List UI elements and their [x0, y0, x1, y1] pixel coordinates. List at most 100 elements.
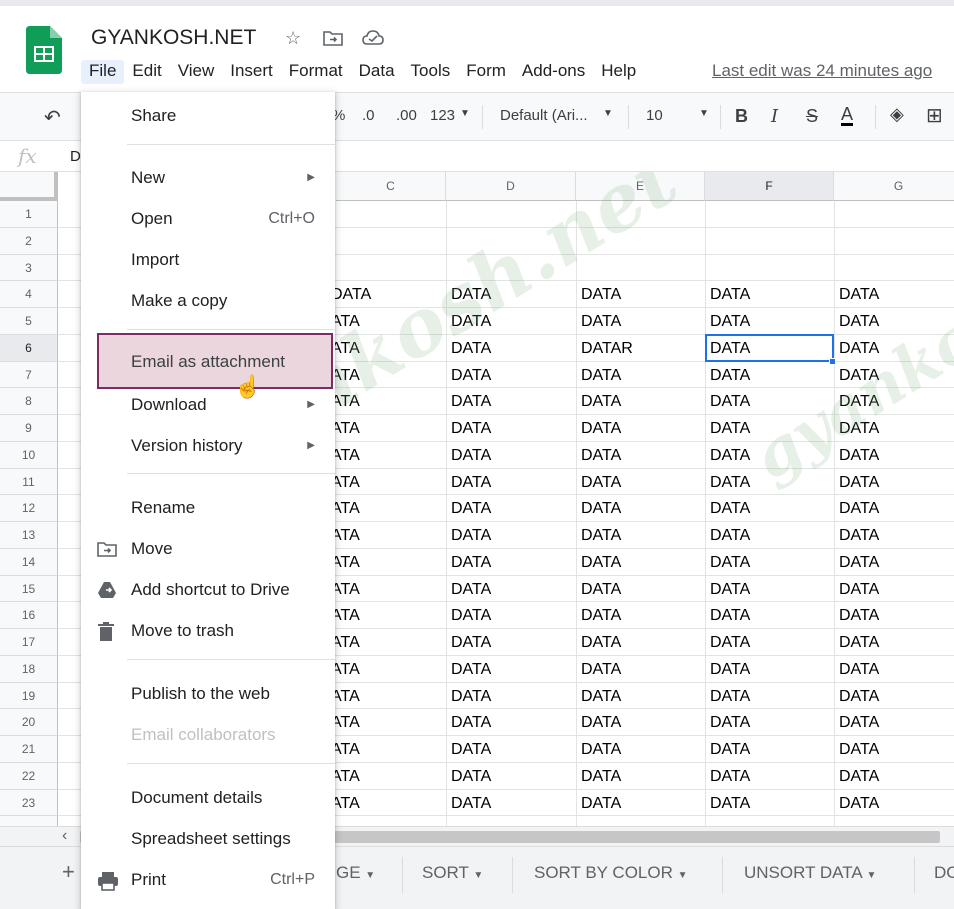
menu-item-spreadsheet-settings[interactable]: Spreadsheet settings: [81, 821, 335, 857]
move-folder-icon[interactable]: [323, 29, 343, 47]
column-header[interactable]: C: [336, 172, 446, 201]
formula-input[interactable]: D: [70, 148, 81, 165]
grid-cell[interactable]: DATA: [834, 683, 879, 710]
grid-cell[interactable]: DATA: [834, 335, 879, 362]
grid-cell[interactable]: DATA: [705, 495, 750, 522]
sheet-tab-do[interactable]: DO: [934, 863, 954, 883]
row-header[interactable]: 16: [0, 602, 58, 629]
grid-cell[interactable]: DATA: [834, 442, 879, 469]
grid-cell[interactable]: DATA: [576, 576, 621, 603]
grid-cell[interactable]: DATA: [705, 415, 750, 442]
menu-format[interactable]: Format: [281, 60, 351, 84]
grid-cell[interactable]: DATA: [576, 388, 621, 415]
grid-cell[interactable]: DATA: [705, 736, 750, 763]
menu-item-version-history[interactable]: Version history ▶: [81, 428, 335, 464]
grid-cell[interactable]: DATA: [705, 522, 750, 549]
undo-icon[interactable]: ↶: [44, 105, 61, 130]
grid-cell[interactable]: DATA: [834, 602, 879, 629]
grid-cell[interactable]: DATA: [705, 709, 750, 736]
row-header[interactable]: 22: [0, 762, 58, 790]
menu-edit[interactable]: Edit: [124, 60, 169, 84]
menu-item-new[interactable]: New ▶: [81, 160, 335, 196]
grid-cell[interactable]: DATA: [446, 602, 491, 629]
menu-form[interactable]: Form: [458, 60, 514, 84]
last-edit-link[interactable]: Last edit was 24 minutes ago: [712, 61, 932, 81]
row-header[interactable]: 6: [0, 334, 58, 362]
grid-cell[interactable]: DATA: [834, 549, 879, 576]
document-title[interactable]: GYANKOSH.NET: [91, 26, 256, 50]
row-header[interactable]: 10: [0, 441, 58, 469]
row-header[interactable]: 9: [0, 415, 58, 442]
grid-cell[interactable]: DATA: [834, 308, 879, 335]
cloud-status-icon[interactable]: [362, 30, 384, 46]
menu-item-print[interactable]: Print Ctrl+P: [81, 862, 335, 898]
sheet-tab[interactable]: GE ▼: [336, 863, 375, 883]
grid-cell[interactable]: DATA: [834, 388, 879, 415]
grid-cell[interactable]: DATA: [576, 522, 621, 549]
sheet-tab-sort-by-color[interactable]: SORT BY COLOR ▼: [534, 863, 688, 883]
grid-cell[interactable]: DATA: [446, 281, 491, 308]
grid-cell[interactable]: DATA: [446, 549, 491, 576]
grid-cell[interactable]: DATA: [576, 683, 621, 710]
grid-cell[interactable]: DATA: [446, 335, 491, 362]
row-header[interactable]: 18: [0, 655, 58, 683]
menu-item-document-details[interactable]: Document details: [81, 780, 335, 816]
text-color-button[interactable]: A: [841, 105, 854, 126]
grid-cell[interactable]: DATA: [834, 495, 879, 522]
grid-cell[interactable]: DATA: [576, 549, 621, 576]
menu-item-open[interactable]: Open Ctrl+O: [81, 201, 335, 237]
grid-cell[interactable]: DATA: [446, 629, 491, 656]
grid-cell[interactable]: DATA: [446, 656, 491, 683]
grid-cell[interactable]: DATA: [446, 442, 491, 469]
more-formats-button[interactable]: 123: [430, 107, 455, 124]
menu-insert[interactable]: Insert: [222, 60, 281, 84]
bold-button[interactable]: B: [735, 106, 748, 127]
italic-button[interactable]: I: [771, 106, 778, 127]
column-header[interactable]: F: [705, 172, 834, 201]
grid-cell[interactable]: DATA: [446, 415, 491, 442]
grid-cell[interactable]: DATA: [705, 388, 750, 415]
grid-cell[interactable]: DATA: [705, 281, 750, 308]
grid-cell[interactable]: DATA: [576, 629, 621, 656]
menu-item-email-as-attachment[interactable]: Email as attachment: [97, 333, 333, 389]
row-header[interactable]: 21: [0, 736, 58, 763]
grid-cell[interactable]: DATA: [705, 549, 750, 576]
grid-cell[interactable]: DATA: [705, 576, 750, 603]
grid-cell[interactable]: DATA: [576, 442, 621, 469]
grid-cell[interactable]: DATA: [834, 709, 879, 736]
row-header[interactable]: 14: [0, 548, 58, 576]
menu-tools[interactable]: Tools: [403, 60, 459, 84]
grid-cell[interactable]: DATA: [705, 790, 750, 817]
menu-addons[interactable]: Add-ons: [514, 60, 593, 84]
grid-cell[interactable]: DATA: [576, 709, 621, 736]
grid-cell[interactable]: DATA: [834, 522, 879, 549]
row-header[interactable]: 13: [0, 522, 58, 549]
row-header[interactable]: 20: [0, 709, 58, 736]
grid-cell[interactable]: DATA: [705, 308, 750, 335]
star-icon[interactable]: ☆: [285, 28, 301, 49]
grid-cell[interactable]: DATA: [705, 763, 750, 790]
grid-cell[interactable]: DATA: [446, 495, 491, 522]
grid-cell[interactable]: DATA: [576, 308, 621, 335]
grid-cell[interactable]: DATA: [834, 790, 879, 817]
row-header[interactable]: 17: [0, 629, 58, 656]
grid-cell[interactable]: DATA: [446, 683, 491, 710]
menu-item-move[interactable]: Move: [81, 531, 335, 567]
row-header[interactable]: 11: [0, 468, 58, 496]
grid-cell[interactable]: DATA: [705, 656, 750, 683]
grid-cell[interactable]: DATA: [705, 442, 750, 469]
column-header[interactable]: D: [446, 172, 576, 201]
borders-icon[interactable]: ⊞: [926, 103, 943, 128]
grid-cell[interactable]: DATAR: [576, 335, 633, 362]
strikethrough-button[interactable]: S: [806, 106, 818, 127]
menu-item-import[interactable]: Import: [81, 242, 335, 278]
row-header[interactable]: 12: [0, 495, 58, 522]
grid-cell[interactable]: DATA: [576, 602, 621, 629]
grid-cell[interactable]: DATA: [576, 495, 621, 522]
grid-cell[interactable]: DATA: [576, 763, 621, 790]
row-header[interactable]: 5: [0, 308, 58, 335]
scroll-left-icon[interactable]: ‹: [62, 827, 67, 845]
menu-view[interactable]: View: [170, 60, 223, 84]
grid-cell[interactable]: DATA: [446, 469, 491, 496]
grid-cell[interactable]: DATA: [446, 736, 491, 763]
